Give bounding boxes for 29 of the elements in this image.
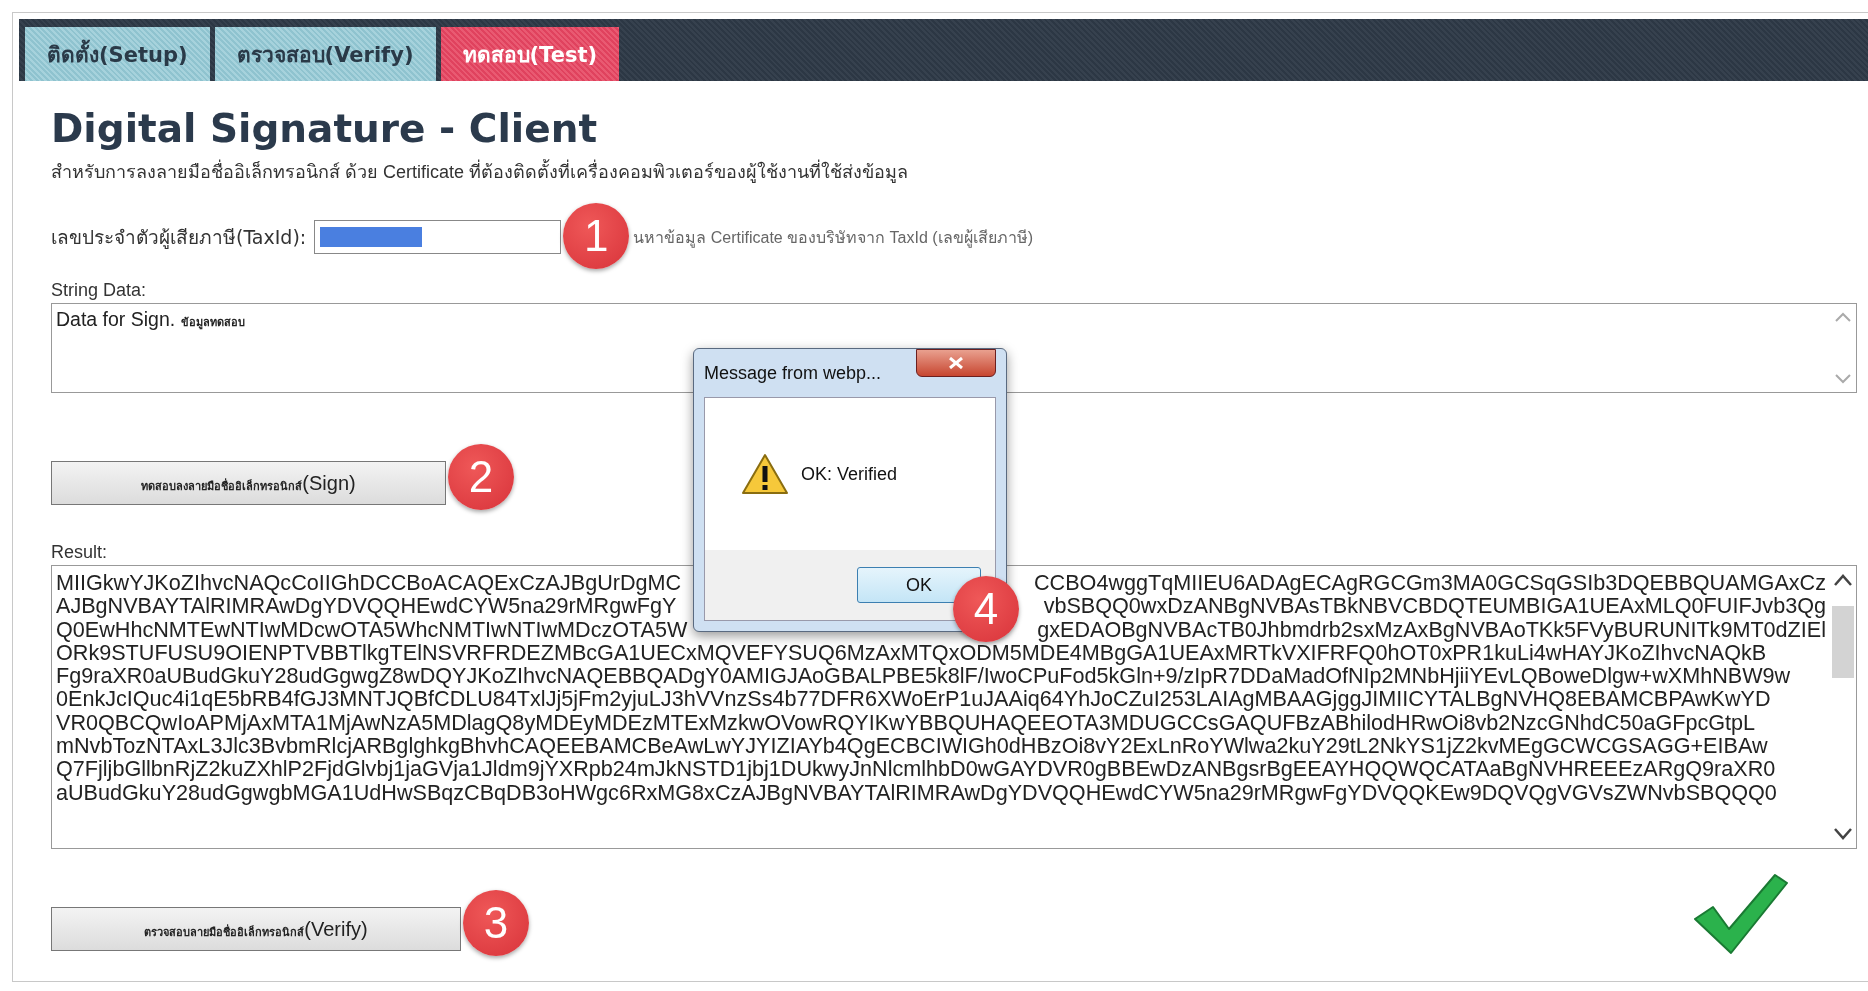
tab[interactable]: ตรวจสอบ(Verify) [214,27,436,81]
result-text-line: gxEDAOBgNVBAcTB0Jhbmdrb2sxMzAxBgNVBAoTKk5FVyBURUNITk9MT0dZIEl [1037,617,1826,641]
string-data-label: String Data: [51,280,148,301]
page-subtitle: สำหรับการลงลายมือชื่ออิเล็กทรอนิกส์ ด้วย Certificate ที่ต้องติดตั้งที่เครื่องคอมพิวเตอร์ของผู้ใช้งานที่ใช้ส่งข้อมูล [51,157,1857,186]
sign-button[interactable]: ทดสอบลงลายมือชื่ออิเล็กทรอนิกส์(Sign) [51,461,446,505]
page-title: Digital Signature - Client [51,105,599,153]
step-badge: 1 [563,202,630,269]
dialog-message: OK: Verified [801,463,898,485]
taxid-hint: นหาข้อมูล Certificate ของบริษัทจาก TaxId (เลขผู้เสียภาษี) [633,227,1033,250]
result-text-line: VR0QBCQwIoAPMjAxMTA1MjAwNzA5MDlagQ8yMDEyMDEzMTExMzkwOVowRQYIKwYBBQUHAQEEOTA3MDUGCCsGAQUFBzABhilodHRwOi8vb2NzcGNhdC50aGFpcGtpL [56,710,1756,735]
result-text-line: vbSBQQ0wxDzANBgNVBAsTBkNBVCBDQTEUMBIGA1UEAxMLQ0FUIFJvb3Qg [1043,594,1826,618]
result-text-line: Fg9raXR0aUBudGkuY28udGgwgZ8wDQYJKoZIhvcNAQEBBQADgY0AMIGJAoGBALPBE5k8lF/IwoCPuFod5kGln+9/zIpR7DDaMadOfNIp2MNbHjiiYEvLQBoweDlgw+wXMhNBW9w [56,664,1791,688]
result-text-line: MIIGkwYJKoZIhvcNAQcCoIIGhDCCBoACAQExCzAJBgUrDgMC [56,571,682,595]
result-text-line: mNvbTozNTAxL3Jlc3BvbmRlcjARBglghkgBhvhCAQEEBAMCBeAwLwYJYIZIAYb4QgECBCIWIGh0dHBzOi8vY2ExLnRoYWlwa2kuY29tL2NkYS1jZ2kvMEgGCWCGSAGG+EIBAw [56,734,1768,758]
result-text-line: 0EnkJcIQuc4i1qE5bRB4fGJ3MNTJQBfCDLU84TxlJj5jFm2yjuLJ3hVVnzSs4b77DFR6XWoErP1uJAAiq64YhJoCZuI253LAIAgMBAAGjggJIMIICYTALBgNVHQ8EBAMCBPAwKwYD [56,687,1771,711]
verify-button[interactable]: ตรวจสอบลายมือชื่ออิเล็กทรอนิกส์(Verify) [51,907,461,951]
tab[interactable]: ติดตั้ง(Setup) [25,27,210,81]
taxid-label: เลขประจำตัวผู้เสียภาษี(TaxId): [51,225,307,251]
dialog-title: Message from webp... [704,363,882,384]
ok-button[interactable]: OK [857,567,981,603]
string-data-value: Data for Sign. ข้อมูลทดสอบ [56,308,245,330]
result-text-line: AJBgNVBAYTAlRIMRAwDgYDVQQHEwdCYW5na29rMRgwFgY [56,594,677,618]
result-text-line: Q0EwHhcNMTEwNTIwMDcwOTA5WhcNMTIwNTIwMDczOTA5W [56,617,688,641]
step-badge: 3 [463,889,529,956]
result-text-line: Q7FjljbGllbnRjZ2kuZXhlP2FjdGlvbj1jaGVja1Jldm9jYXRpb24mJkNSTD1jbj1DUkwyJnNlcmlhbD0wGAYDVR0gBBEwDzANBgsrBgEEAYHQQWQCATAaBgNVHREEEzARgQ9raXR0 [56,757,1776,781]
step-badge: 2 [448,443,514,510]
result-label: Result: [51,542,109,563]
result-text-line: aUBudGkuY28udGgwgbMGA1UdHwSBqzCBqDB3oHWgc6RxMG8xCzAJBgNVBAYTAlRIMRAwDgYDVQQHEwdCYW5na29rMRgwFgYDVQQKEw9DQVQgVGVsZWNvbSBQQQ0 [56,780,1777,804]
result-text-line: CCBO4wggTqMIIEU6ADAgECAgRGCGm3MA0GCSqGSIb3DQEBBQUAMGAxCz [1034,571,1826,595]
